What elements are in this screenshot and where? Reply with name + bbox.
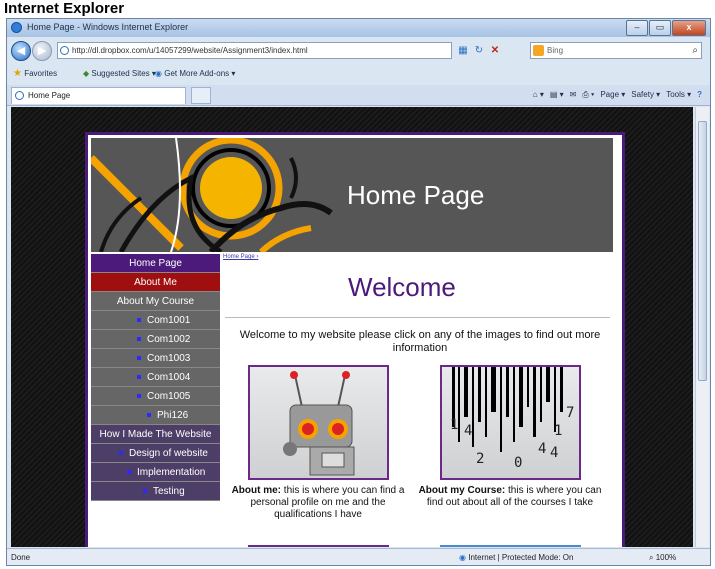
star-icon: ★ [13,68,22,79]
about-me-caption: About me: this is where you can find a p… [231,485,405,520]
about-course-image[interactable]: 1 4 7 1 4 4 2 0 [440,365,581,480]
nav-phi126[interactable]: Phi126 [91,406,220,425]
nav-com1001[interactable]: Com1001 [91,311,220,330]
tab-page-icon [15,91,24,100]
tab-row: Home Page ⌂ ▾ ▤ ▾ ✉ ⎙ ▾ Page ▾ Safety ▾ … [7,85,710,106]
nav-home-page[interactable]: Home Page [91,254,220,273]
breadcrumb[interactable]: Home Page › [223,254,258,260]
svg-text:4: 4 [550,445,558,461]
page-menu[interactable]: Page ▾ [600,85,625,105]
svg-text:1: 1 [554,423,562,439]
svg-text:7: 7 [566,405,574,421]
back-button[interactable]: ◀ [11,41,31,61]
tab-home-page[interactable]: Home Page [11,87,186,104]
bullet-icon [143,489,147,494]
status-text: Done [11,553,31,562]
svg-text:4: 4 [464,423,472,439]
search-icon[interactable]: ⌕ [692,43,698,58]
intro-text: Welcome to my website please click on an… [239,329,601,354]
security-zone[interactable]: ◉ Internet | Protected Mode: On [459,549,573,565]
nav-design[interactable]: Design of website [91,444,220,463]
robot-icon [283,371,355,476]
print-icon[interactable]: ⎙ ▾ [582,85,594,105]
ie-logo-icon [11,22,22,33]
banner-title: Home Page [347,180,485,210]
nav-about-my-course[interactable]: About My Course [91,292,220,311]
bullet-icon [137,318,141,323]
nav-com1005[interactable]: Com1005 [91,387,220,406]
tools-menu[interactable]: Tools ▾ [666,85,691,105]
nav-com1003[interactable]: Com1003 [91,349,220,368]
svg-text:0: 0 [514,455,522,471]
bullet-icon [137,375,141,380]
nav-com1004[interactable]: Com1004 [91,368,220,387]
minimize-button[interactable]: – [626,20,648,36]
bullet-icon [127,470,131,475]
nav-implementation[interactable]: Implementation [91,463,220,482]
close-button[interactable]: x [672,20,706,36]
bullet-icon [137,356,141,361]
nav-about-me[interactable]: About Me [91,273,220,292]
nav-testing[interactable]: Testing [91,482,220,501]
nav-how-i-made[interactable]: How I Made The Website [91,425,220,444]
more-image-1[interactable] [248,545,389,547]
nav-com1002[interactable]: Com1002 [91,330,220,349]
browser-window: Home Page - Windows Internet Explorer – … [6,18,711,566]
safety-menu[interactable]: Safety ▾ [631,85,660,105]
address-row: ◀ ▶ http://dl.dropbox.com/u/14057299/web… [7,39,710,63]
page-icon [60,46,69,55]
maximize-button[interactable]: ▭ [649,20,671,36]
welcome-heading: Welcome [348,272,456,302]
forward-button[interactable]: ▶ [32,41,52,61]
site-nav: Home Page About Me About My Course Com10… [91,254,220,501]
window-title: Home Page - Windows Internet Explorer [27,22,189,32]
get-addons-link[interactable]: ◉ Get More Add-ons ▾ [155,65,235,83]
scroll-thumb[interactable] [698,121,707,381]
svg-text:2: 2 [476,451,484,467]
command-bar: ⌂ ▾ ▤ ▾ ✉ ⎙ ▾ Page ▾ Safety ▾ Tools ▾ ? [533,85,702,105]
compatibility-view-icon[interactable]: ▦ [457,45,469,57]
app-caption: Internet Explorer [4,0,125,17]
bullet-icon [147,413,151,418]
new-tab-button[interactable] [191,87,211,104]
stop-icon[interactable]: ✕ [489,45,501,57]
bullet-icon [137,337,141,342]
divider [225,317,610,318]
help-icon[interactable]: ? [697,85,702,105]
barcode-icon: 1 4 7 1 4 4 2 0 [450,367,574,471]
search-input[interactable]: Bing ⌕ [530,42,702,59]
title-bar: Home Page - Windows Internet Explorer – … [7,19,710,37]
site-content: Home Page Home Page About Me About My Co… [88,135,622,547]
svg-text:1: 1 [450,417,458,433]
favorites-bar: ★ Favorites ◆ Suggested Sites ▾ ◉ Get Mo… [7,65,710,83]
address-url: http://dl.dropbox.com/u/14057299/website… [72,46,308,55]
feeds-icon[interactable]: ▤ ▾ [550,85,564,105]
bullet-icon [119,451,123,456]
favorites-button[interactable]: ★ Favorites [13,65,57,83]
about-me-image[interactable] [248,365,389,480]
refresh-icon[interactable]: ↻ [473,45,485,57]
zoom-icon: ⌕ [649,553,654,562]
globe-icon: ◉ [459,553,466,562]
status-bar: Done ◉ Internet | Protected Mode: On ⌕ 1… [7,548,710,565]
zoom-level[interactable]: ⌕ 100% [649,549,676,565]
address-input[interactable]: http://dl.dropbox.com/u/14057299/website… [57,42,452,59]
suggested-sites-link[interactable]: ◆ Suggested Sites ▾ [83,65,156,83]
mail-icon[interactable]: ✉ [570,85,577,105]
search-placeholder: Bing [547,46,564,55]
site-banner: Home Page [91,138,613,252]
bing-icon [533,45,544,56]
page-viewport: Home Page Home Page About Me About My Co… [11,107,693,547]
about-course-caption: About my Course: this is where you can f… [418,485,602,508]
more-image-2[interactable] [440,545,581,547]
svg-text:4: 4 [538,441,546,457]
bullet-icon [137,394,141,399]
vertical-scrollbar[interactable] [695,107,709,547]
site-frame: Home Page Home Page About Me About My Co… [85,132,625,547]
home-icon[interactable]: ⌂ ▾ [533,85,544,105]
